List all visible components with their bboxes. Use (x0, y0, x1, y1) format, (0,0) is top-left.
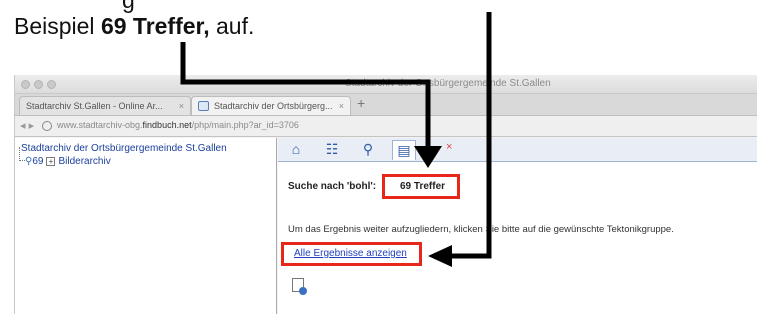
arrow-to-results-tab (180, 42, 431, 146)
arrow-to-show-all-link (452, 12, 492, 259)
arrow-head-left (428, 245, 452, 267)
annotation-arrows (180, 12, 492, 267)
arrow-head-down (414, 146, 442, 168)
